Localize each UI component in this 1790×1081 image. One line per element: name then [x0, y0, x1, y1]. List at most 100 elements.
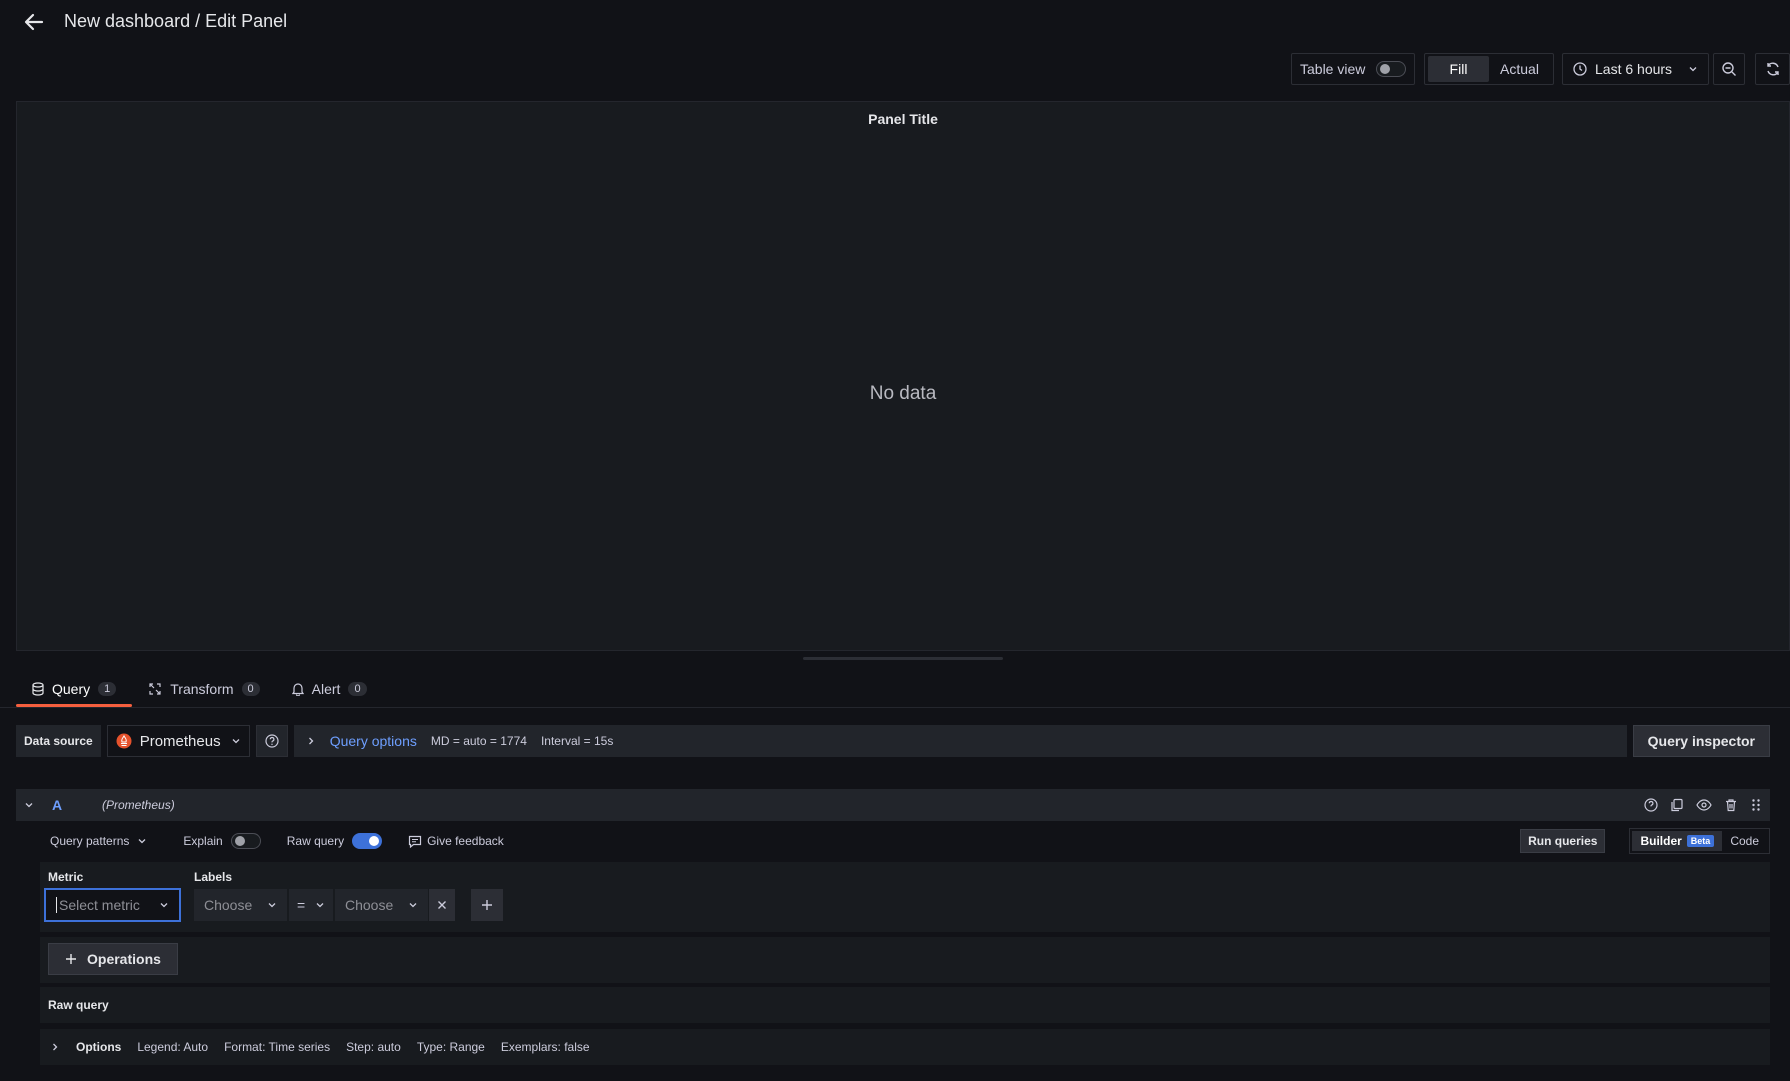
zoom-out-button[interactable]	[1713, 53, 1745, 85]
query-patterns-label: Query patterns	[50, 834, 130, 848]
add-operation-button[interactable]: Operations	[48, 943, 178, 975]
builder-label: Builder	[1640, 834, 1682, 848]
query-row-actions	[1644, 798, 1762, 812]
query-options[interactable]: Query options MD = auto = 1774 Interval …	[293, 725, 1627, 757]
chevron-right-icon	[53, 1043, 58, 1051]
tab-transform[interactable]: Transform 0	[132, 671, 275, 707]
label-key-select[interactable]: Choose	[194, 889, 287, 921]
drag-handle-icon[interactable]	[1750, 798, 1762, 812]
copy-icon[interactable]	[1670, 798, 1684, 812]
query-row-header[interactable]: A (Prometheus)	[16, 789, 1770, 821]
step-option: Step: auto	[346, 1040, 401, 1054]
question-circle-icon[interactable]	[1644, 798, 1658, 812]
query-editor-toolbar: Query patterns Explain Raw query Give fe…	[40, 826, 1770, 856]
refresh-icon	[1766, 62, 1779, 76]
query-options-summary[interactable]: Options Legend: Auto Format: Time series…	[40, 1029, 1770, 1065]
tab-query-count: 1	[98, 682, 117, 696]
question-circle-icon	[265, 734, 279, 748]
refresh-button[interactable]	[1755, 53, 1790, 85]
panel-title[interactable]: Panel Title	[17, 111, 1789, 127]
explain-label: Explain	[183, 834, 223, 848]
prometheus-logo-icon	[116, 733, 132, 749]
label-value-select[interactable]: Choose	[335, 889, 428, 921]
table-view-toggle[interactable]: Table view	[1291, 53, 1415, 85]
label-operator-select[interactable]: =	[289, 889, 333, 921]
splitter-handle[interactable]	[803, 657, 1003, 660]
table-view-switch[interactable]	[1376, 61, 1406, 77]
code-mode-button[interactable]: Code	[1722, 831, 1767, 851]
add-label-button[interactable]	[471, 889, 503, 921]
datasource-row: Data source Prometheus Query options MD …	[16, 725, 1770, 757]
chevron-down-icon	[160, 903, 168, 908]
datasource-label: Data source	[16, 725, 101, 757]
query-builder: Metric Labels Select metric Choose = Cho…	[40, 862, 1770, 932]
give-feedback-link[interactable]: Give feedback	[408, 834, 504, 848]
actual-button[interactable]: Actual	[1489, 56, 1550, 82]
datasource-picker[interactable]: Prometheus	[106, 725, 250, 757]
editor-mode-switch[interactable]: Builder Beta Code	[1629, 828, 1770, 854]
panel-preview: Panel Title No data	[16, 101, 1790, 651]
tab-alert[interactable]: Alert 0	[276, 671, 383, 707]
tab-query-label: Query	[52, 681, 91, 697]
no-data-message: No data	[869, 383, 937, 404]
interval-info: Interval = 15s	[540, 734, 614, 748]
options-label: Options	[76, 1040, 122, 1054]
explain-switch[interactable]	[230, 833, 261, 849]
explain-toggle[interactable]: Explain	[183, 833, 261, 849]
format-option: Format: Time series	[224, 1040, 331, 1054]
arrow-left-icon	[24, 13, 44, 31]
tab-transform-label: Transform	[170, 681, 234, 697]
chevron-down-icon	[409, 903, 417, 908]
type-option: Type: Range	[416, 1040, 485, 1054]
query-datasource-name: (Prometheus)	[102, 798, 175, 812]
query-options-label: Query options	[329, 733, 417, 749]
label-value-placeholder: Choose	[345, 897, 394, 913]
tab-query[interactable]: Query 1	[16, 671, 133, 707]
time-range-picker[interactable]: Last 6 hours	[1562, 53, 1709, 85]
database-icon	[32, 682, 44, 696]
plus-icon	[482, 900, 492, 910]
max-datapoints-info: MD = auto = 1774	[430, 734, 527, 748]
chevron-right-icon	[308, 737, 314, 745]
legend-option: Legend: Auto	[137, 1040, 209, 1054]
metric-select[interactable]: Select metric	[45, 889, 180, 921]
table-view-label: Table view	[1300, 61, 1366, 77]
chevron-down-icon[interactable]	[24, 800, 34, 810]
zoom-out-icon	[1722, 62, 1736, 76]
eye-icon[interactable]	[1696, 798, 1712, 812]
fill-button[interactable]: Fill	[1428, 56, 1489, 82]
give-feedback-label: Give feedback	[427, 834, 504, 848]
raw-query-toggle[interactable]: Raw query	[286, 833, 383, 849]
run-queries-button[interactable]: Run queries	[1520, 829, 1606, 853]
back-button[interactable]	[20, 8, 48, 36]
bell-icon	[291, 683, 304, 696]
time-range-label: Last 6 hours	[1595, 61, 1673, 77]
labels-label: Labels	[194, 870, 233, 884]
clock-icon	[1573, 62, 1587, 76]
remove-label-button[interactable]	[429, 889, 455, 921]
trash-icon[interactable]	[1724, 798, 1738, 812]
raw-query-switch[interactable]	[352, 833, 383, 849]
plus-icon	[66, 954, 76, 964]
tabs-divider	[0, 707, 1790, 708]
metric-label: Metric	[48, 870, 84, 884]
chevron-down-icon	[316, 903, 324, 908]
datasource-help-button[interactable]	[255, 725, 288, 757]
query-inspector-button[interactable]: Query inspector	[1632, 725, 1770, 757]
query-patterns-dropdown[interactable]: Query patterns	[50, 834, 147, 848]
raw-query-section-label: Raw query	[48, 998, 109, 1012]
builder-mode-button[interactable]: Builder Beta	[1632, 831, 1723, 851]
editor-tabs: Query 1 Transform 0 Alert 0	[16, 671, 383, 707]
tab-transform-count: 0	[241, 682, 260, 696]
exemplars-option: Exemplars: false	[500, 1040, 590, 1054]
beta-badge: Beta	[1686, 835, 1715, 847]
chevron-down-icon	[138, 839, 146, 844]
operations-label: Operations	[87, 951, 161, 967]
raw-query-label: Raw query	[286, 834, 345, 848]
comment-icon	[408, 835, 422, 848]
metric-select-placeholder: Select metric	[56, 897, 140, 913]
query-ref-id[interactable]: A	[52, 797, 102, 813]
fill-actual-switch[interactable]: Fill Actual	[1424, 53, 1554, 85]
chevron-down-icon	[1689, 67, 1697, 72]
close-icon	[438, 901, 446, 909]
